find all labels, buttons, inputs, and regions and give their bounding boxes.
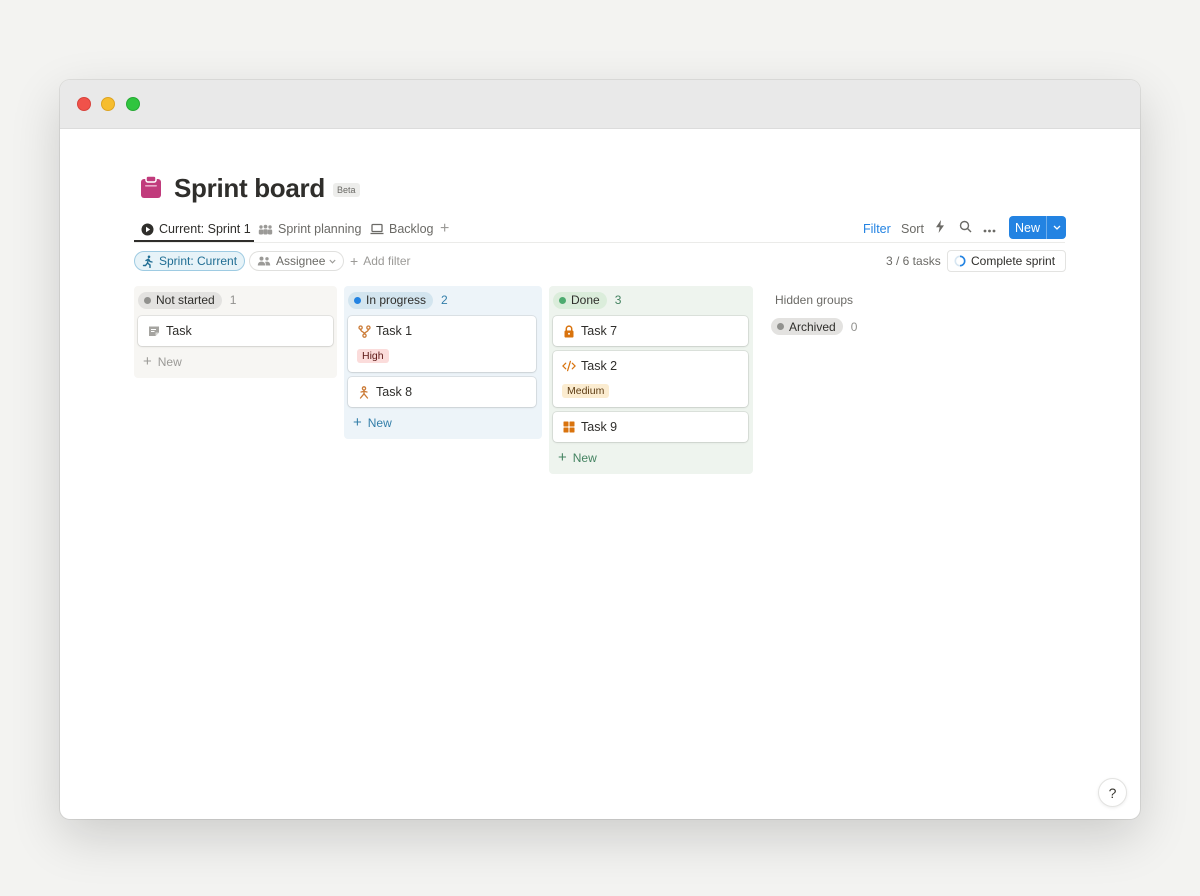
tab-label: Sprint planning <box>278 222 362 236</box>
fork-icon <box>357 324 371 338</box>
more-options-button[interactable] <box>983 216 996 242</box>
task-card[interactable]: Task 8 <box>348 377 536 407</box>
more-horizontal-icon <box>983 220 996 238</box>
complete-sprint-label: Complete sprint <box>971 254 1056 268</box>
complete-sprint-button[interactable]: Complete sprint <box>947 250 1066 272</box>
status-pill: In progress <box>348 291 434 309</box>
new-card-label: New <box>367 415 392 430</box>
status-label: In progress <box>366 293 427 307</box>
new-button-label: New <box>1014 220 1040 235</box>
plus-icon: + <box>143 353 152 370</box>
title-bar <box>60 80 1140 129</box>
add-filter-label: Add filter <box>363 254 411 268</box>
task-title: Task 9 <box>581 420 618 434</box>
new-card-button[interactable]: + New <box>558 450 597 465</box>
tab-backlog[interactable]: Backlog <box>370 216 433 242</box>
archived-group[interactable]: Archived 0 <box>771 318 857 335</box>
plus-icon: + <box>353 414 362 431</box>
beta-badge: Beta <box>333 183 360 197</box>
plus-icon: + <box>440 220 450 237</box>
task-card[interactable]: Task 7 <box>553 316 748 346</box>
task-title: Task 8 <box>376 385 413 399</box>
status-pill: Done <box>553 291 607 309</box>
code-icon <box>562 359 576 373</box>
running-person-icon <box>142 255 154 268</box>
tab-sprint-planning[interactable]: Sprint planning <box>258 216 361 242</box>
person-icon <box>357 385 371 399</box>
automation-button[interactable] <box>935 216 945 242</box>
column-not-started: Not started 1 Task + New <box>134 286 337 378</box>
sort-button[interactable]: Sort <box>901 216 924 242</box>
add-filter-button[interactable]: + Add filter <box>350 251 411 271</box>
column-count: 1 <box>229 293 237 307</box>
tab-label: Current: Sprint 1 <box>159 222 251 236</box>
column-done: Done 3 Task 7 Task 2 Medium Task 9 + New <box>549 286 753 474</box>
tab-current-sprint[interactable]: Current: Sprint 1 <box>141 216 251 242</box>
status-pill: Archived <box>771 318 843 335</box>
status-pill: Not started <box>138 291 222 309</box>
tasks-count: 3 / 6 tasks <box>886 254 941 268</box>
add-view-button[interactable]: + <box>440 216 449 242</box>
status-label: Not started <box>156 293 215 307</box>
task-title: Task 2 <box>581 359 618 373</box>
minimize-window-button[interactable] <box>101 97 115 111</box>
column-in-progress: In progress 2 Task 1 High Task 8 + New <box>344 286 542 439</box>
column-count: 2 <box>441 293 448 307</box>
plus-icon: + <box>558 449 567 466</box>
sprint-filter-chip[interactable]: Sprint: Current <box>134 251 246 271</box>
new-card-label: New <box>572 450 597 465</box>
status-dot <box>144 296 151 304</box>
lightning-icon <box>935 220 945 238</box>
task-card[interactable]: Task <box>138 316 333 346</box>
new-button[interactable]: New <box>1009 216 1066 239</box>
chevron-down-icon <box>329 259 336 264</box>
priority-tag: Medium <box>562 384 610 398</box>
clipboard-icon[interactable] <box>140 175 162 204</box>
people-icon <box>258 224 273 235</box>
priority-tag: High <box>357 349 389 363</box>
sprint-filter-label: Sprint: Current <box>159 254 238 268</box>
people-icon <box>257 256 271 266</box>
hidden-groups-heading: Hidden groups <box>775 293 854 307</box>
tab-label: Backlog <box>389 222 434 236</box>
search-button[interactable] <box>959 216 972 242</box>
document-icon <box>147 324 161 338</box>
task-card[interactable]: Task 2 Medium <box>553 351 748 407</box>
task-title: Task <box>166 324 192 338</box>
page-title: Sprint board <box>174 173 325 203</box>
chevron-down-icon[interactable] <box>1047 225 1066 230</box>
archived-label: Archived <box>789 319 836 334</box>
task-title: Task 1 <box>376 324 413 338</box>
close-window-button[interactable] <box>77 97 91 111</box>
assignee-filter-label: Assignee <box>276 254 326 268</box>
app-window: Sprint board Beta Current: Sprint 1 Spri… <box>60 80 1140 819</box>
new-card-label: New <box>157 354 182 369</box>
column-header[interactable]: Done 3 <box>553 291 621 309</box>
lock-icon <box>562 324 576 338</box>
status-dot <box>354 296 361 304</box>
filter-button[interactable]: Filter <box>863 216 891 242</box>
search-icon <box>959 220 972 238</box>
status-dot <box>559 296 566 304</box>
column-header[interactable]: In progress 2 <box>348 291 448 309</box>
laptop-icon <box>370 223 384 235</box>
play-circle-icon <box>141 223 154 236</box>
grid-icon <box>562 420 576 434</box>
new-card-button[interactable]: + New <box>143 354 182 369</box>
progress-ring-icon <box>954 255 966 267</box>
maximize-window-button[interactable] <box>126 97 140 111</box>
task-title: Task 7 <box>581 324 618 338</box>
column-count: 3 <box>614 293 622 307</box>
archived-count: 0 <box>850 319 858 334</box>
status-label: Done <box>571 293 600 307</box>
status-dot <box>777 323 784 330</box>
assignee-filter-chip[interactable]: Assignee <box>249 251 345 271</box>
tabs-divider <box>134 242 1065 243</box>
task-card[interactable]: Task 1 High <box>348 316 536 372</box>
new-card-button[interactable]: + New <box>353 415 392 430</box>
help-button[interactable]: ? <box>1098 778 1127 807</box>
task-card[interactable]: Task 9 <box>553 412 748 442</box>
column-header[interactable]: Not started 1 <box>138 291 236 309</box>
plus-icon: + <box>350 253 359 269</box>
